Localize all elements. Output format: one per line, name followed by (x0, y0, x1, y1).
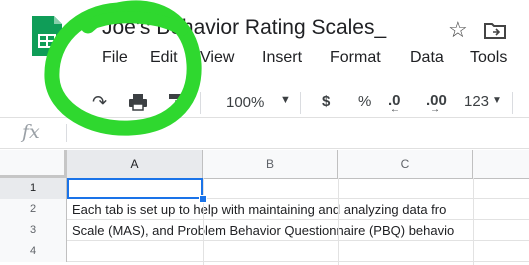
increase-decimal-arrow-icon: → (430, 104, 440, 115)
formula-bar[interactable] (0, 117, 529, 149)
column-header-a[interactable]: A (67, 150, 203, 178)
decrease-decimal-arrow-icon: ← (390, 104, 400, 115)
menu-view[interactable]: View (200, 49, 234, 67)
select-all-corner[interactable] (0, 150, 67, 178)
spreadsheet-grid: A B C 1 2 Each tab is set up to help wit… (0, 150, 529, 265)
document-title[interactable]: Joe's Behavior Rating Scales_ (102, 16, 386, 40)
column-gridline (473, 178, 474, 265)
redo-icon[interactable]: ↷ (92, 92, 107, 113)
column-header-c[interactable]: C (338, 150, 473, 178)
menu-data[interactable]: Data (410, 49, 444, 67)
menu-tools[interactable]: Tools (470, 49, 507, 67)
column-header-b[interactable]: B (203, 150, 338, 178)
row-header-1[interactable]: 1 (0, 178, 67, 199)
currency-format-button[interactable]: $ (322, 93, 330, 110)
zoom-select[interactable]: 100% (226, 94, 264, 111)
move-to-folder-icon[interactable] (484, 21, 506, 39)
row-header-3[interactable]: 3 (0, 220, 67, 241)
fill-handle[interactable] (199, 195, 207, 203)
zoom-dropdown-icon[interactable]: ▼ (280, 94, 291, 106)
menu-edit[interactable]: Edit (150, 49, 178, 67)
selected-cell-a1[interactable] (67, 178, 203, 199)
table-row: 4 (0, 241, 529, 262)
row-header-4[interactable]: 4 (0, 241, 67, 262)
sheets-logo-icon[interactable] (30, 14, 64, 58)
column-gridline (203, 178, 204, 265)
number-format-dropdown-icon[interactable]: ▼ (492, 95, 502, 106)
column-gridline (338, 178, 339, 265)
menu-format[interactable]: Format (330, 49, 381, 67)
fx-icon: fx (22, 121, 40, 143)
row-header-2[interactable]: 2 (0, 199, 67, 220)
cell-text[interactable]: Each tab is set up to help with maintain… (72, 202, 446, 217)
number-format-button[interactable]: 123 (464, 93, 489, 110)
menu-file[interactable]: File (102, 49, 128, 67)
table-row: 3 Scale (MAS), and Problem Behavior Ques… (0, 220, 529, 241)
cell-text[interactable]: Scale (MAS), and Problem Behavior Questi… (72, 223, 454, 238)
paint-format-icon[interactable] (168, 93, 184, 115)
formula-bar-divider (66, 124, 67, 142)
print-icon[interactable] (128, 93, 148, 115)
menu-insert[interactable]: Insert (262, 49, 302, 67)
table-row: 2 Each tab is set up to help with mainta… (0, 199, 529, 220)
star-icon[interactable]: ☆ (448, 17, 468, 43)
percent-format-button[interactable]: % (358, 93, 371, 110)
column-header-row: A B C (0, 150, 529, 179)
